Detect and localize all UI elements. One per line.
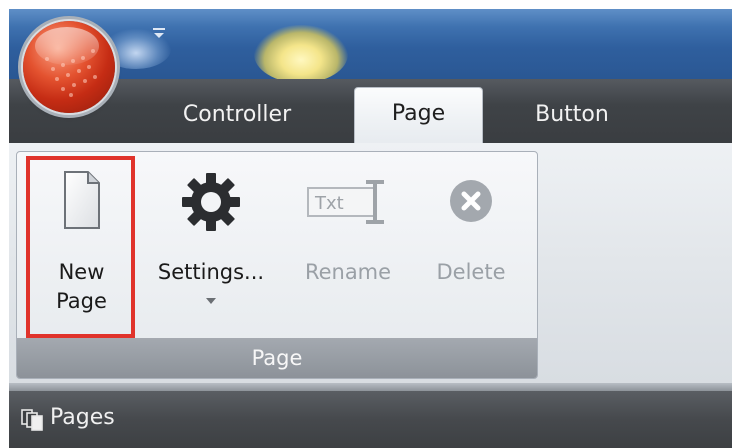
- application-menu-button[interactable]: [23, 21, 115, 113]
- delete-icon: [450, 180, 492, 222]
- rename-icon-text: Txt: [314, 193, 344, 214]
- title-bar-glow: [254, 25, 348, 83]
- title-bar: [9, 9, 732, 83]
- delete-label: Delete: [419, 258, 523, 287]
- pages-pane-header: Pages: [9, 391, 732, 448]
- rename-label: Rename: [287, 258, 409, 287]
- new-page-button[interactable]: New Page: [26, 156, 135, 338]
- ribbon-tab-strip: Controller Page Button: [9, 79, 732, 148]
- tab-controller[interactable]: Controller: [161, 93, 313, 139]
- pages-pane-title: Pages: [50, 405, 115, 430]
- group-caption: Page: [17, 338, 537, 378]
- ball-icon: [45, 49, 97, 97]
- ribbon-group-page: New Page Settings... Txt Rename Delete P…: [16, 151, 538, 379]
- rename-text-icon: Txt: [307, 180, 384, 224]
- dropdown-arrow-icon[interactable]: [206, 298, 216, 305]
- ribbon-bottom-edge: [9, 383, 732, 391]
- ribbon-panel: New Page Settings... Txt Rename Delete P…: [9, 143, 732, 383]
- tab-button[interactable]: Button: [517, 93, 627, 139]
- rename-label-text: Rename: [304, 260, 392, 284]
- settings-label: Settings...: [145, 258, 277, 287]
- delete-label-text: Delete: [436, 260, 506, 284]
- pages-icon: [21, 409, 43, 431]
- gear-icon: [182, 173, 240, 231]
- delete-button[interactable]: Delete: [419, 156, 523, 336]
- rename-button[interactable]: Txt Rename: [287, 156, 409, 336]
- app-window: Controller Page Button New Page Settings…: [9, 9, 732, 448]
- quick-access-customize-icon[interactable]: [150, 26, 168, 40]
- highlight-box: [26, 156, 135, 338]
- settings-label-text: Settings...: [157, 260, 265, 284]
- settings-button[interactable]: Settings...: [145, 156, 277, 336]
- tab-page[interactable]: Page: [354, 87, 483, 148]
